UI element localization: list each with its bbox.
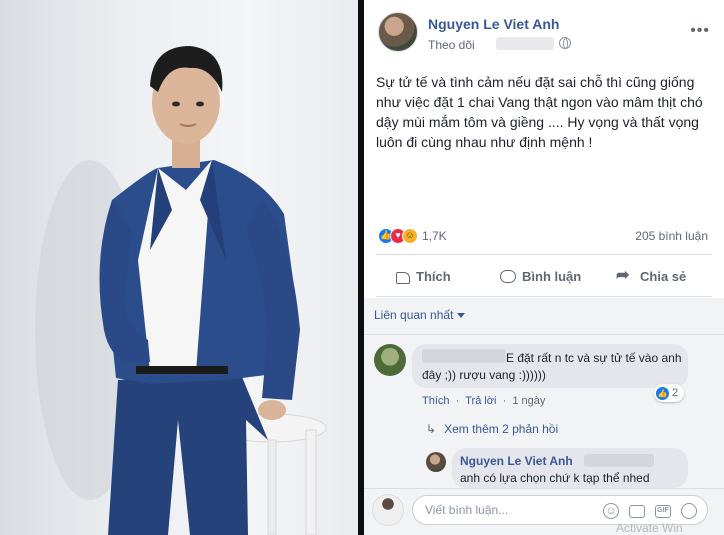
blurred-date [496,37,554,50]
comment-meta: Thích · Trả lời · 1 ngày [422,395,546,407]
share-icon [616,265,634,285]
gif-icon[interactable]: GIF [655,505,671,518]
reply-author-name[interactable]: Nguyen Le Viet Anh [460,454,573,468]
sort-label: Liên quan nhất [374,308,454,322]
reactions-bar[interactable]: 👍 ♥ ☺ 1,7K 205 bình luận [378,228,708,244]
like-button[interactable]: Thích [396,266,451,286]
share-button[interactable]: Chia sẻ [616,265,687,286]
post-photo[interactable] [0,0,358,535]
comment-like-number: 2 [672,387,679,399]
sticker-icon[interactable] [681,503,697,519]
globe-icon [559,37,571,49]
os-watermark: Activate Win [616,521,683,535]
follow-link[interactable]: Theo dõi [428,38,475,52]
divider [364,334,724,335]
divider [376,296,712,297]
blurred-tag [584,454,654,467]
comment-time[interactable]: 1 ngày [512,395,545,407]
comment-count[interactable]: 205 bình luận [635,229,708,243]
more-replies-label: Xem thêm 2 phản hồi [444,422,559,436]
comment-icon [500,269,516,283]
comment-placeholder: Viết bình luận... [425,503,509,517]
thumbs-up-icon [396,271,410,284]
reply-arrow-icon: ↳ [426,422,437,436]
comment-label: Bình luận [522,268,582,284]
comment-text: E đặt rất n tc và sự tử tế vào anh đây ;… [422,351,682,382]
current-user-avatar [372,494,404,526]
author-avatar[interactable] [378,12,418,52]
reaction-count[interactable]: 1,7K [422,229,447,243]
man-in-suit-illustration [35,46,327,535]
comment-like-link[interactable]: Thích [422,395,450,407]
like-label: Thích [416,268,451,284]
reply-text: anh có lựa chọn chứ k tạp thể nhed [460,471,650,485]
author-name[interactable]: Nguyen Le Viet Anh [428,16,559,32]
post-text: Sự tử tế và tình cảm nếu đặt sai chỗ thì… [376,74,703,150]
post-actions: Thích Bình luận Chia sẻ [376,262,712,288]
divider [376,254,712,255]
post-panel: Nguyen Le Viet Anh Theo dõi ••• Sự tử tế… [364,0,724,535]
share-label: Chia sẻ [640,268,687,284]
thumbs-up-icon: 👍 [656,386,669,400]
screen: Nguyen Le Viet Anh Theo dõi ••• Sự tử tế… [0,0,724,535]
more-icon[interactable]: ••• [690,22,710,40]
comment-button[interactable]: Bình luận [500,266,581,286]
commenter-avatar[interactable] [374,344,406,376]
haha-reaction-icon: ☺ [402,228,418,244]
camera-icon[interactable] [629,505,645,518]
comment-like-count[interactable]: 👍 2 [654,384,685,402]
emoji-icon[interactable]: ☺ [603,503,619,519]
comment-reply-link[interactable]: Trả lời [465,395,496,407]
post-header: Nguyen Le Viet Anh Theo dõi ••• [378,10,718,54]
reply-author-avatar[interactable] [426,452,446,472]
comment-sort-dropdown[interactable]: Liên quan nhất [374,308,466,322]
chevron-down-icon [457,313,466,319]
view-more-replies[interactable]: ↳ Xem thêm 2 phản hồi [426,422,558,436]
